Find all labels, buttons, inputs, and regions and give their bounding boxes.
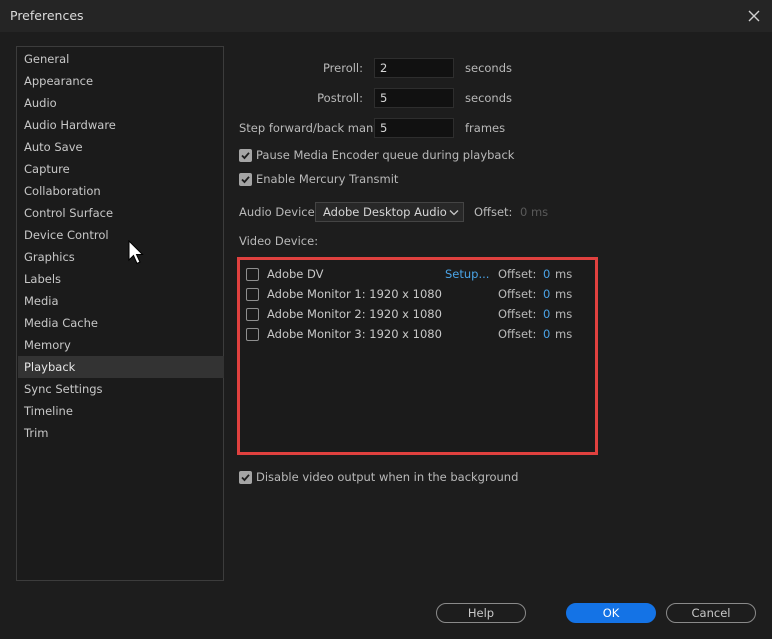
audio-offset-value: 0 ms [520,205,549,219]
device-setup-link[interactable]: Setup... [445,267,489,281]
sidebar-item-auto-save[interactable]: Auto Save [18,136,224,158]
sidebar-item-memory[interactable]: Memory [18,334,224,356]
video-device-label: Video Device: [239,234,319,248]
step-unit: frames [465,121,506,135]
preroll-label: Preroll: [322,61,363,75]
device-name: Adobe Monitor 3: 1920 x 1080 [267,327,442,341]
preferences-sidebar: General Appearance Audio Audio Hardware … [16,46,224,581]
checkmark-icon [241,176,250,184]
sidebar-item-general[interactable]: General [18,48,224,70]
sidebar-item-audio[interactable]: Audio [18,92,224,114]
chevron-down-icon [449,210,459,216]
device-offset-label: Offset: [498,267,537,281]
video-device-list: Adobe DV Setup... Offset: 0 ms Adobe Mon… [237,257,598,455]
device-offset-unit: ms [555,267,573,281]
step-input[interactable]: 5 [374,118,454,138]
device-checkbox[interactable] [246,308,259,321]
device-name: Adobe Monitor 1: 1920 x 1080 [267,287,442,301]
audio-device-select[interactable]: Adobe Desktop Audio [315,202,464,222]
postroll-unit: seconds [465,91,513,105]
cancel-button[interactable]: Cancel [666,603,756,623]
disable-background-output-label: Disable video output when in the backgro… [256,470,519,484]
device-offset-unit: ms [555,287,573,301]
device-offset-label: Offset: [498,327,537,341]
sidebar-item-control-surface[interactable]: Control Surface [18,202,224,224]
mercury-transmit-checkbox[interactable] [239,173,252,186]
pause-encoder-label: Pause Media Encoder queue during playbac… [256,148,515,162]
sidebar-item-sync-settings[interactable]: Sync Settings [18,378,224,400]
audio-offset-label: Offset: [474,205,513,219]
title-bar: Preferences [0,0,772,32]
postroll-input[interactable]: 5 [374,88,454,108]
sidebar-item-capture[interactable]: Capture [18,158,224,180]
device-offset-value[interactable]: 0 [543,267,550,281]
device-offset-value[interactable]: 0 [543,287,550,301]
ok-button[interactable]: OK [566,603,656,623]
sidebar-item-graphics[interactable]: Graphics [18,246,224,268]
sidebar-item-appearance[interactable]: Appearance [18,70,224,92]
sidebar-item-trim[interactable]: Trim [18,422,224,444]
device-checkbox[interactable] [246,288,259,301]
sidebar-item-labels[interactable]: Labels [18,268,224,290]
preroll-input[interactable]: 2 [374,58,454,78]
device-offset-label: Offset: [498,307,537,321]
sidebar-item-device-control[interactable]: Device Control [18,224,224,246]
mercury-transmit-label: Enable Mercury Transmit [256,172,399,186]
device-name: Adobe DV [267,267,324,281]
device-offset-value[interactable]: 0 [543,307,550,321]
device-offset-unit: ms [555,327,573,341]
audio-device-label: Audio Device: [239,205,319,219]
device-row: Adobe DV Setup... Offset: 0 ms [240,264,595,284]
checkmark-icon [241,152,250,160]
disable-background-output-checkbox[interactable] [239,471,252,484]
step-label: Step forward/back many: [239,121,384,135]
device-name: Adobe Monitor 2: 1920 x 1080 [267,307,442,321]
pause-encoder-checkbox[interactable] [239,149,252,162]
device-row: Adobe Monitor 1: 1920 x 1080 Offset: 0 m… [240,284,595,304]
device-offset-unit: ms [555,307,573,321]
device-checkbox[interactable] [246,268,259,281]
sidebar-item-timeline[interactable]: Timeline [18,400,224,422]
preroll-unit: seconds [465,61,513,75]
help-button[interactable]: Help [436,603,526,623]
window-title: Preferences [10,8,84,23]
close-icon [748,10,760,22]
device-row: Adobe Monitor 2: 1920 x 1080 Offset: 0 m… [240,304,595,324]
mouse-pointer-icon [128,240,144,265]
sidebar-item-media[interactable]: Media [18,290,224,312]
checkmark-icon [241,474,250,482]
device-checkbox[interactable] [246,328,259,341]
device-offset-value[interactable]: 0 [543,327,550,341]
close-button[interactable] [742,4,766,28]
sidebar-item-audio-hardware[interactable]: Audio Hardware [18,114,224,136]
device-row: Adobe Monitor 3: 1920 x 1080 Offset: 0 m… [240,324,595,344]
sidebar-item-playback[interactable]: Playback [18,356,224,378]
device-offset-label: Offset: [498,287,537,301]
audio-device-value: Adobe Desktop Audio [323,205,447,219]
postroll-label: Postroll: [317,91,363,105]
sidebar-item-media-cache[interactable]: Media Cache [18,312,224,334]
sidebar-item-collaboration[interactable]: Collaboration [18,180,224,202]
